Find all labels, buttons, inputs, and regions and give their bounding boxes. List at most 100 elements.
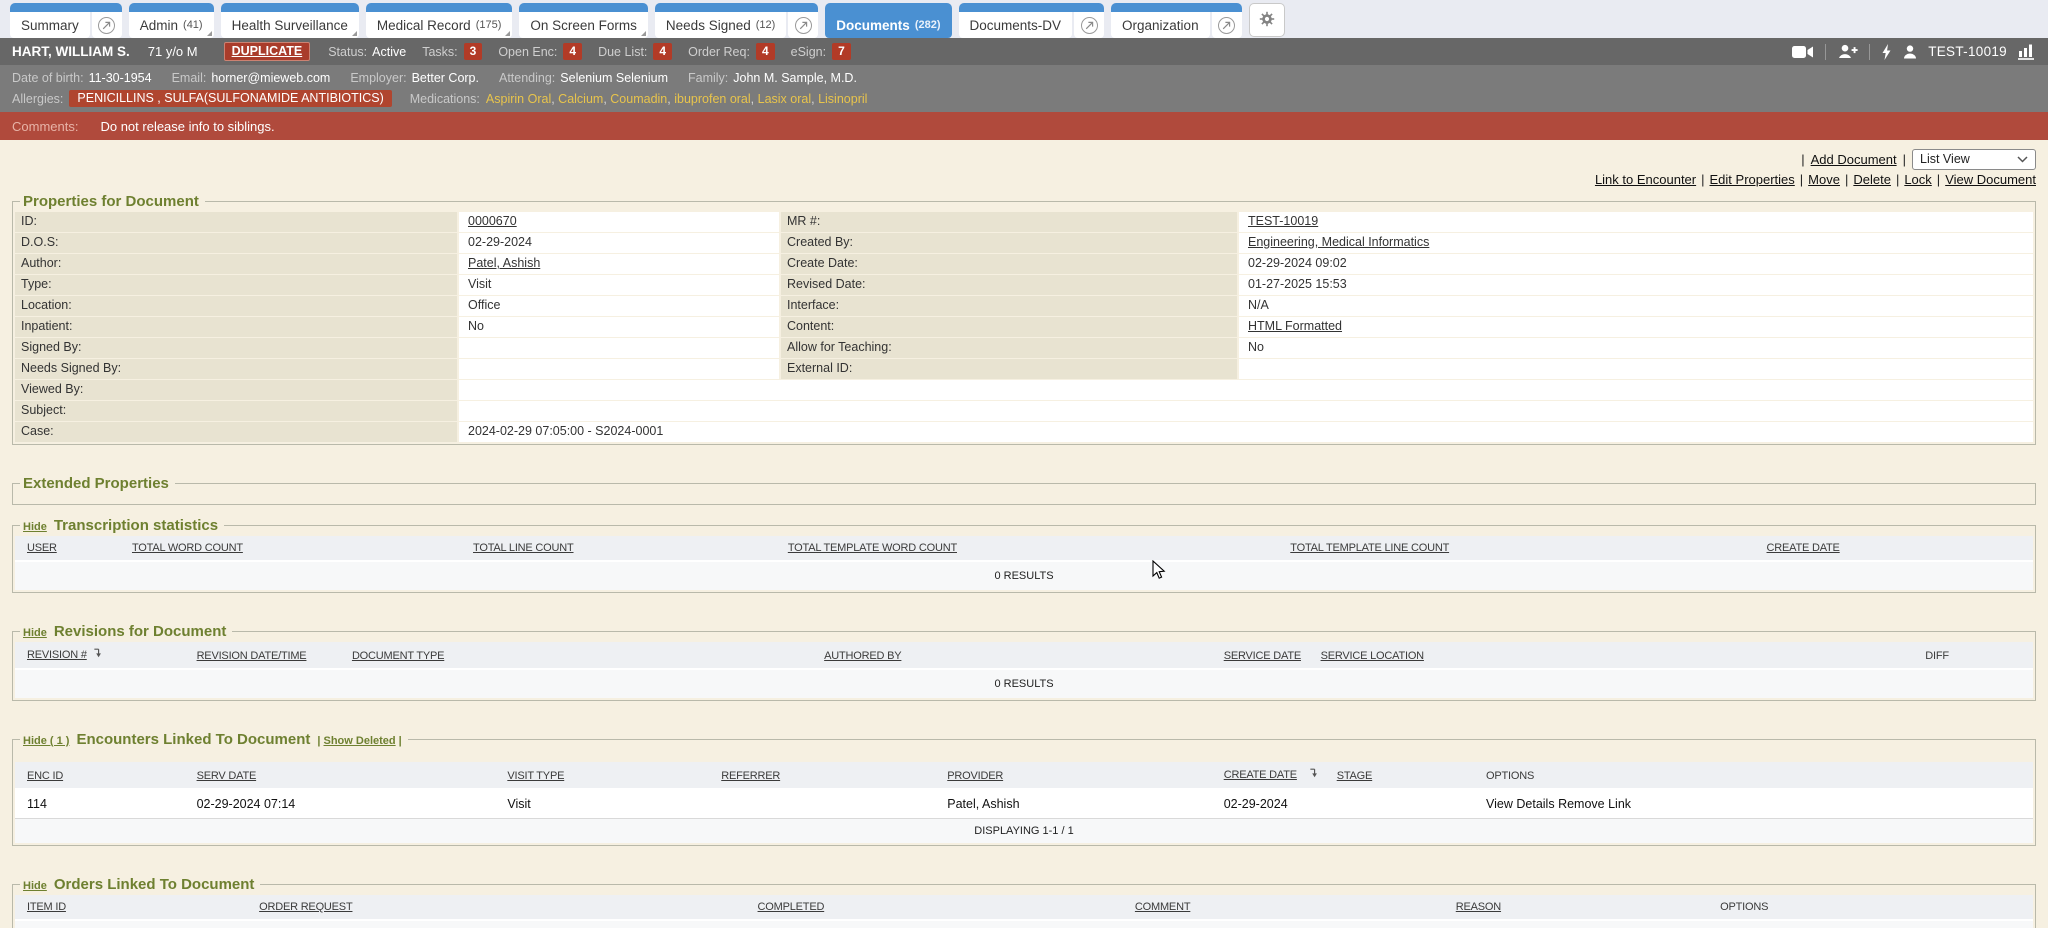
link-to-encounter-link[interactable]: Link to Encounter xyxy=(1595,172,1696,187)
medication-link[interactable]: ibuprofen oral xyxy=(674,92,757,106)
settings-button[interactable] xyxy=(1249,3,1285,37)
add-document-link[interactable]: Add Document xyxy=(1811,152,1897,167)
due-list-count-badge[interactable]: 4 xyxy=(653,43,672,60)
chart-icon[interactable] xyxy=(2018,43,2036,60)
lock-link[interactable]: Lock xyxy=(1904,172,1931,187)
tab-summary[interactable]: Summary xyxy=(10,3,122,38)
create-date-cell: 02-29-2024 xyxy=(1218,789,1331,819)
section-title: Orders Linked To Document xyxy=(54,876,255,893)
tab-label: On Screen Forms xyxy=(530,18,637,33)
video-camera-icon[interactable] xyxy=(1792,45,1814,59)
empty-results-text: 0 RESULTS xyxy=(15,669,2033,698)
field-label-needs-signed-by: Needs Signed By: xyxy=(15,359,457,379)
th-document-type[interactable]: DOCUMENT TYPE xyxy=(352,650,444,662)
tab-documents[interactable]: Documents(282) xyxy=(825,3,951,38)
patient-age-sex: 71 y/o M xyxy=(148,44,198,59)
options-cell: View Details Remove Link xyxy=(1480,789,2033,819)
th-serv-date[interactable]: SERV DATE xyxy=(197,770,257,782)
field-value-content[interactable]: HTML Formatted xyxy=(1248,319,1342,333)
move-link[interactable]: Move xyxy=(1808,172,1840,187)
tab-needs-signed[interactable]: Needs Signed(12) xyxy=(655,3,818,38)
th-user[interactable]: USER xyxy=(27,542,57,554)
medication-link[interactable]: Aspirin Oral xyxy=(486,92,558,106)
th-referrer[interactable]: REFERRER xyxy=(721,770,780,782)
tab-cap xyxy=(1111,3,1242,12)
tab-on-screen-forms[interactable]: On Screen Forms xyxy=(519,3,648,38)
view-mode-select[interactable]: List View xyxy=(1912,149,2036,170)
open-enc-count-badge[interactable]: 4 xyxy=(563,43,582,60)
th-order-request[interactable]: ORDER REQUEST xyxy=(259,901,352,913)
th-reason[interactable]: REASON xyxy=(1456,901,1501,913)
field-label-location: Location: xyxy=(15,296,457,316)
tab-documents-dv[interactable]: Documents-DV xyxy=(959,3,1105,38)
field-label-mr: MR #: xyxy=(781,212,1237,232)
hide-encounters-link[interactable]: Hide ( 1 ) xyxy=(23,735,69,747)
th-total-word-count[interactable]: TOTAL WORD COUNT xyxy=(132,542,243,554)
show-deleted-link[interactable]: Show Deleted xyxy=(324,735,396,747)
add-user-icon[interactable] xyxy=(1837,44,1858,59)
th-service-location[interactable]: SERVICE LOCATION xyxy=(1321,650,1424,662)
field-value-mr[interactable]: TEST-10019 xyxy=(1248,214,1318,228)
organization-external-link-button[interactable] xyxy=(1212,12,1242,38)
employer-label: Employer: xyxy=(350,71,406,85)
th-completed[interactable]: COMPLETED xyxy=(758,901,825,913)
th-revision-datetime[interactable]: REVISION DATE/TIME xyxy=(197,650,307,662)
tab-health-surveillance[interactable]: Health Surveillance xyxy=(221,3,359,38)
esign-count-badge[interactable]: 7 xyxy=(832,43,851,60)
bolt-icon[interactable] xyxy=(1881,44,1892,60)
external-link-icon xyxy=(1218,17,1235,34)
field-value-revised-date: 01-27-2025 15:53 xyxy=(1239,275,2033,295)
enc-id-cell: 114 xyxy=(15,789,191,819)
patient-info-band: Date of birth:11-30-1954 Email:horner@mi… xyxy=(0,65,2048,112)
delete-link[interactable]: Delete xyxy=(1853,172,1891,187)
medication-link[interactable]: Lisinopril xyxy=(818,92,867,106)
gear-icon xyxy=(1259,11,1275,30)
th-service-date[interactable]: SERVICE DATE xyxy=(1224,650,1301,662)
chevron-down-icon xyxy=(2017,152,2028,166)
field-label-signed-by: Signed By: xyxy=(15,338,457,358)
medication-link[interactable]: Lasix oral xyxy=(758,92,818,106)
medication-link[interactable]: Coumadin xyxy=(610,92,674,106)
needs-signed-external-link-button[interactable] xyxy=(788,12,818,38)
hide-transcription-link[interactable]: Hide xyxy=(23,521,47,533)
documents-dv-external-link-button[interactable] xyxy=(1074,12,1104,38)
th-authored-by[interactable]: AUTHORED BY xyxy=(824,650,901,662)
th-create-date[interactable]: CREATE DATE xyxy=(1767,542,1840,554)
view-details-link[interactable]: View Details xyxy=(1486,797,1555,811)
tasks-count-badge[interactable]: 3 xyxy=(464,43,483,60)
edit-properties-link[interactable]: Edit Properties xyxy=(1710,172,1795,187)
summary-external-link-button[interactable] xyxy=(92,12,122,38)
th-total-template-line-count[interactable]: TOTAL TEMPLATE LINE COUNT xyxy=(1290,542,1449,554)
allergies-badge[interactable]: PENICILLINS , SULFA(SULFONAMIDE ANTIBIOT… xyxy=(69,90,391,107)
field-value-id[interactable]: 0000670 xyxy=(468,214,517,228)
encounter-row[interactable]: 114 02-29-2024 07:14 Visit Patel, Ashish… xyxy=(15,789,2033,819)
tab-medical-record[interactable]: Medical Record(175) xyxy=(366,3,512,38)
attending-value: Selenium Selenium xyxy=(560,71,668,85)
user-icon[interactable] xyxy=(1903,45,1917,59)
email-value: horner@mieweb.com xyxy=(211,71,330,85)
th-total-template-word-count[interactable]: TOTAL TEMPLATE WORD COUNT xyxy=(788,542,957,554)
th-total-line-count[interactable]: TOTAL LINE COUNT xyxy=(473,542,574,554)
th-enc-id[interactable]: ENC ID xyxy=(27,770,63,782)
duplicate-badge[interactable]: DUPLICATE xyxy=(224,42,311,61)
medication-link[interactable]: Calcium xyxy=(558,92,610,106)
field-label-create-date: Create Date: xyxy=(781,254,1237,274)
th-item-id[interactable]: ITEM ID xyxy=(27,901,66,913)
th-visit-type[interactable]: VISIT TYPE xyxy=(507,770,564,782)
field-value-author[interactable]: Patel, Ashish xyxy=(468,256,540,270)
hide-revisions-link[interactable]: Hide xyxy=(23,627,47,639)
th-create-date[interactable]: CREATE DATE xyxy=(1224,769,1297,781)
th-comment[interactable]: COMMENT xyxy=(1135,901,1190,913)
tab-organization[interactable]: Organization xyxy=(1111,3,1242,38)
th-stage[interactable]: STAGE xyxy=(1337,770,1372,782)
th-provider[interactable]: PROVIDER xyxy=(947,770,1003,782)
field-value-signed-by xyxy=(459,338,779,358)
tab-cap xyxy=(221,3,359,12)
field-value-created-by[interactable]: Engineering, Medical Informatics xyxy=(1248,235,1429,249)
th-revision-number[interactable]: REVISION # xyxy=(27,649,87,661)
order-req-count-badge[interactable]: 4 xyxy=(756,43,775,60)
tab-admin[interactable]: Admin(41) xyxy=(129,3,214,38)
view-document-link[interactable]: View Document xyxy=(1945,172,2036,187)
hide-orders-link[interactable]: Hide xyxy=(23,880,47,892)
remove-link-link[interactable]: Remove Link xyxy=(1558,797,1631,811)
